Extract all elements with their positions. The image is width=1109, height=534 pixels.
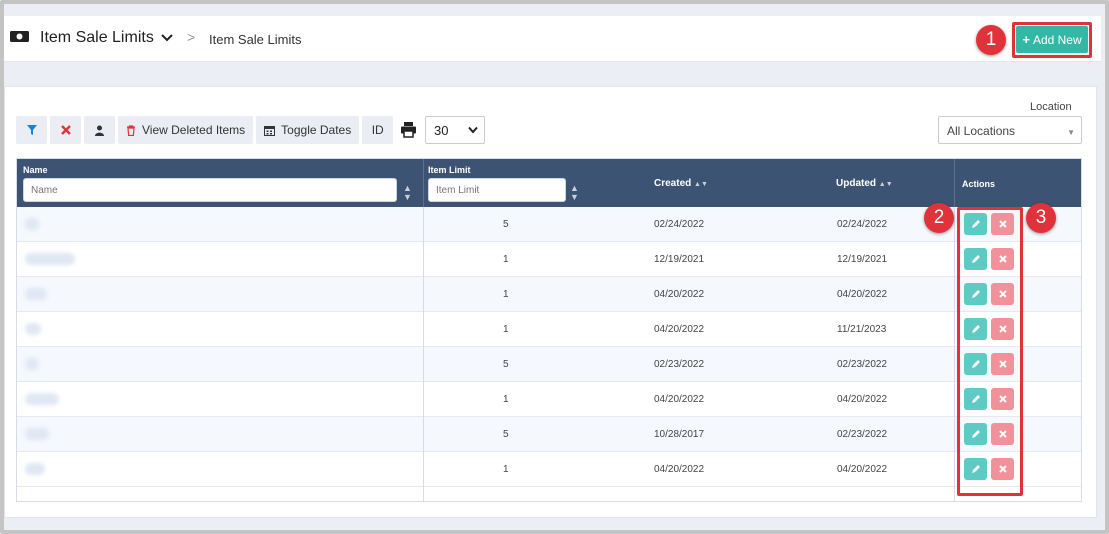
- updated-cell: 02/23/2022: [837, 429, 888, 440]
- item-limit-cell: 5: [503, 429, 509, 440]
- table-row[interactable]: 5 10/28/2017 02/23/2022: [17, 417, 1081, 452]
- item-limit-cell: 1: [503, 464, 509, 475]
- created-cell: 04/20/2022: [654, 394, 705, 405]
- column-header-actions: Actions: [962, 179, 996, 189]
- table-row[interactable]: 1 04/20/2022 04/20/2022: [17, 382, 1081, 417]
- updated-label: Updated: [836, 178, 876, 189]
- filter-button[interactable]: [16, 116, 47, 144]
- created-cell: 12/19/2021: [654, 254, 705, 265]
- location-value: All Locations: [947, 124, 1016, 138]
- column-header-updated[interactable]: Updated ▲▼: [836, 178, 893, 189]
- callout-highlight-actions: [957, 207, 1023, 496]
- table-row[interactable]: 1 12/19/2021 12/19/2021: [17, 242, 1081, 277]
- table-header: Name ▲▼ Item Limit ▲▼ Created ▲▼ Updated…: [17, 159, 1081, 207]
- calendar-icon: [264, 125, 276, 136]
- redacted-name: [25, 288, 47, 300]
- chevron-down-icon: [468, 126, 478, 134]
- clear-filter-button[interactable]: [50, 116, 81, 144]
- breadcrumb-separator: >: [187, 29, 196, 45]
- created-cell: 10/28/2017: [654, 429, 705, 440]
- view-deleted-label: View Deleted Items: [142, 123, 246, 137]
- updated-cell: 11/21/2023: [837, 324, 887, 335]
- user-filter-button[interactable]: [84, 116, 115, 144]
- updated-cell: 04/20/2022: [837, 464, 888, 475]
- updated-cell: 04/20/2022: [837, 289, 888, 300]
- caret-down-icon: ▼: [1067, 128, 1075, 137]
- redacted-name: [25, 428, 49, 440]
- view-deleted-items-button[interactable]: View Deleted Items: [118, 116, 254, 144]
- table-row[interactable]: 1 04/20/2022 11/21/2023: [17, 312, 1081, 347]
- updated-cell: 12/19/2021: [837, 254, 888, 265]
- breadcrumb[interactable]: Item Sale Limits: [209, 32, 301, 47]
- callout-badge-3: 3: [1026, 203, 1056, 233]
- clear-filter-icon: [60, 125, 71, 135]
- redacted-name: [25, 253, 75, 265]
- callout-badge-1: 1: [976, 25, 1006, 55]
- page-size-select[interactable]: 30: [425, 116, 485, 144]
- page-header: Item Sale Limits > Item Sale Limits: [4, 16, 1101, 62]
- user-icon: [95, 125, 104, 136]
- item-sale-limits-table: Name ▲▼ Item Limit ▲▼ Created ▲▼ Updated…: [16, 158, 1082, 502]
- print-icon[interactable]: [400, 121, 417, 138]
- chevron-down-icon[interactable]: [160, 31, 174, 45]
- table-toolbar: View Deleted Items Toggle Dates ID: [16, 116, 394, 144]
- item-limit-cell: 5: [503, 219, 509, 230]
- sort-icon[interactable]: ▲ ▼: [403, 184, 412, 202]
- updated-cell: 02/24/2022: [837, 219, 888, 230]
- item-limit-filter-input[interactable]: [428, 178, 566, 202]
- page-title: Item Sale Limits: [40, 29, 154, 46]
- location-select[interactable]: All Locations ▼: [938, 116, 1082, 144]
- table-row[interactable]: 5 02/23/2022 02/23/2022: [17, 347, 1081, 382]
- filter-icon: [26, 125, 37, 135]
- column-header-name: Name: [23, 165, 48, 175]
- created-cell: 02/24/2022: [654, 219, 705, 230]
- item-limit-cell: 1: [503, 394, 509, 405]
- item-limit-cell: 1: [503, 324, 509, 335]
- redacted-name: [25, 358, 39, 370]
- column-header-item-limit: Item Limit: [428, 165, 471, 175]
- add-new-button[interactable]: + Add New: [1016, 26, 1088, 53]
- location-label: Location: [1030, 101, 1072, 113]
- updated-cell: 04/20/2022: [837, 394, 888, 405]
- created-cell: 04/20/2022: [654, 289, 705, 300]
- trash-icon: [127, 124, 135, 136]
- toggle-dates-label: Toggle Dates: [281, 123, 352, 137]
- app-icon: [10, 31, 29, 42]
- redacted-name: [25, 323, 41, 335]
- add-new-label: Add New: [1032, 32, 1082, 47]
- sort-icon: ▲▼: [878, 181, 893, 188]
- column-header-created[interactable]: Created ▲▼: [654, 178, 708, 189]
- toggle-dates-button[interactable]: Toggle Dates: [256, 116, 360, 144]
- id-label: ID: [371, 123, 384, 137]
- item-limit-cell: 5: [503, 359, 509, 370]
- redacted-name: [25, 463, 45, 475]
- created-label: Created: [654, 178, 692, 189]
- redacted-name: [25, 393, 59, 405]
- sort-icon: ▲▼: [694, 181, 708, 188]
- item-limit-cell: 1: [503, 254, 509, 265]
- created-cell: 02/23/2022: [654, 359, 705, 370]
- id-toggle-button[interactable]: ID: [362, 116, 394, 144]
- created-cell: 04/20/2022: [654, 324, 705, 335]
- table-row[interactable]: 5 02/24/2022 02/24/2022: [17, 207, 1081, 242]
- item-limit-cell: 1: [503, 289, 509, 300]
- plus-icon: +: [1022, 32, 1030, 47]
- callout-badge-2: 2: [924, 203, 954, 233]
- page-size-value: 30: [434, 123, 449, 138]
- updated-cell: 02/23/2022: [837, 359, 888, 370]
- table-row[interactable]: 1 04/20/2022 04/20/2022: [17, 277, 1081, 312]
- created-cell: 04/20/2022: [654, 464, 705, 475]
- table-row[interactable]: 1 04/20/2022 04/20/2022: [17, 452, 1081, 487]
- sort-icon[interactable]: ▲ ▼: [570, 184, 579, 202]
- redacted-name: [25, 218, 39, 230]
- name-filter-input[interactable]: [23, 178, 397, 202]
